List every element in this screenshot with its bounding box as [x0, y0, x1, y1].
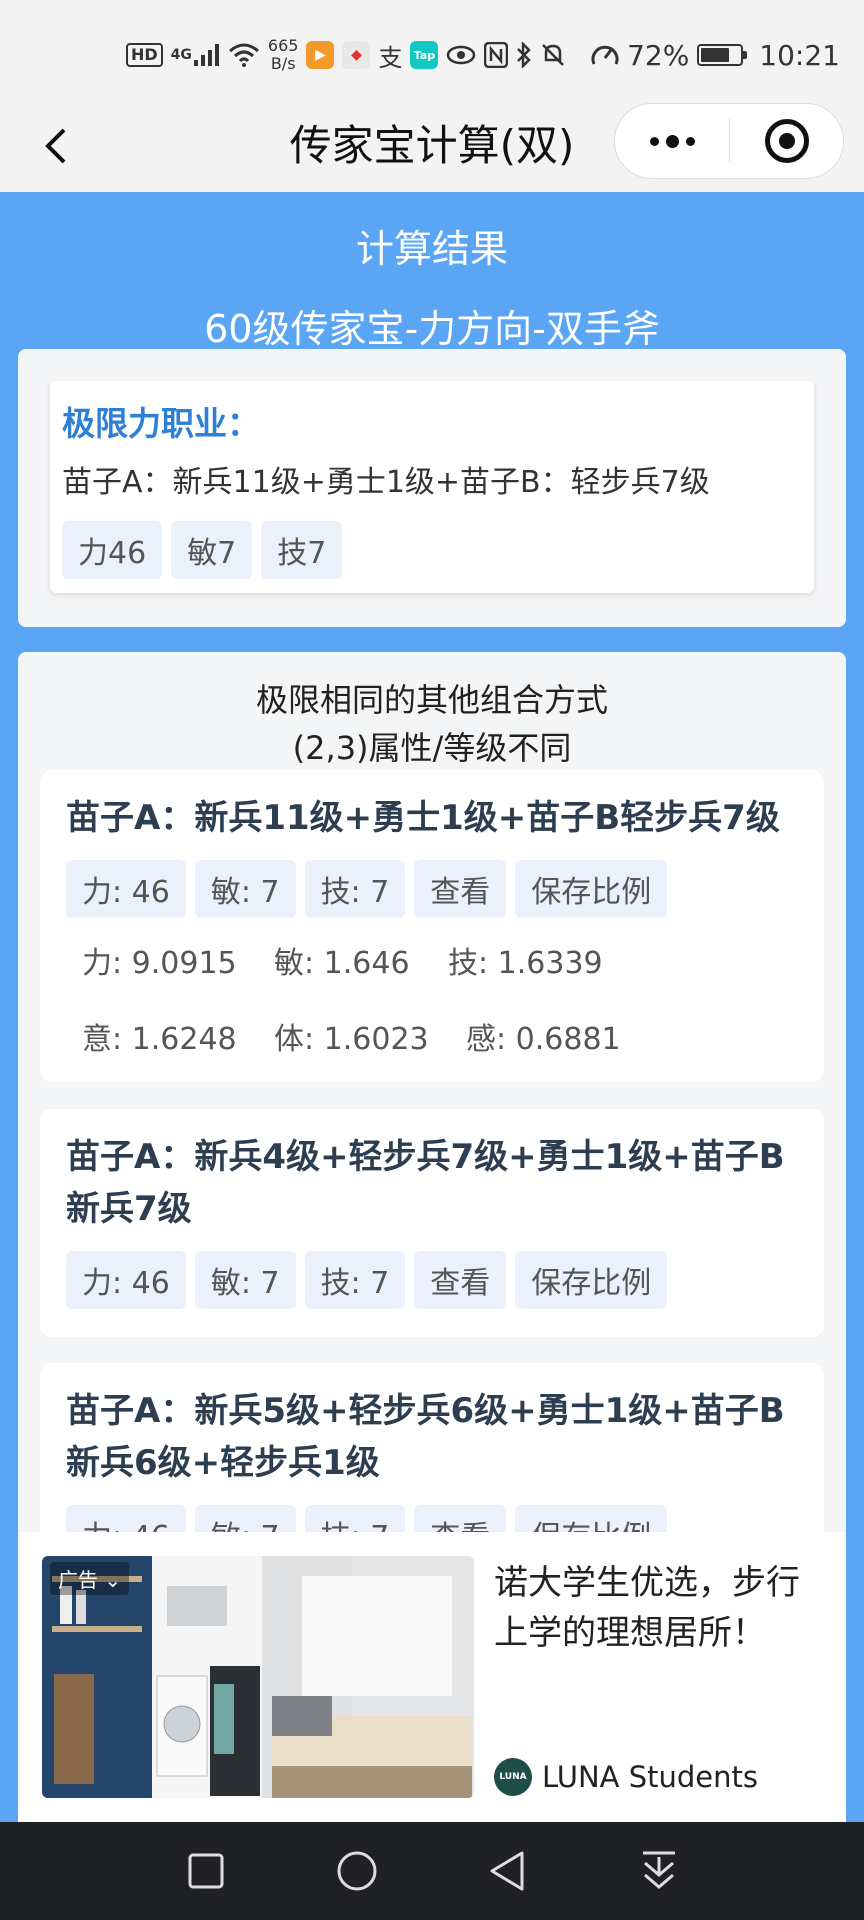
- combo-card: 苗子A：新兵11级+勇士1级+苗子B轻步兵7级 力: 46 敏: 7 技: 7 …: [40, 770, 824, 1082]
- ratio-value: 敏: 1.646: [274, 946, 410, 981]
- limit-tags: 力46 敏7 技7: [62, 521, 343, 579]
- ratio-value: 技: 1.6339: [448, 946, 603, 981]
- stat-tag: 技7: [261, 521, 343, 579]
- ratio-value: 意: 1.6248: [82, 1022, 237, 1057]
- ad-brand[interactable]: LUNA LUNA Students: [494, 1758, 758, 1796]
- more-dot-icon: [665, 134, 679, 148]
- ratio-value: 体: 1.6023: [274, 1022, 429, 1057]
- ad-headline[interactable]: 诺大学生优选，步行上学的理想居所！: [494, 1558, 830, 1658]
- eye-icon: [446, 45, 476, 65]
- stat-tag: 技: 7: [304, 1251, 406, 1309]
- result-subtitle: 60级传家宝-力方向-双手斧: [204, 307, 660, 351]
- luna-logo-icon: LUNA: [494, 1758, 532, 1796]
- stat-tag: 敏: 7: [194, 1251, 296, 1309]
- nfc-icon: [484, 42, 509, 68]
- recent-apps-button[interactable]: [174, 1839, 238, 1903]
- net-speed-value: 665: [267, 36, 299, 55]
- system-navigation-bar: [0, 1822, 864, 1920]
- status-left-icons: HD 4G 665 B/s ▶ ◆ 支 Tap: [126, 33, 566, 77]
- target-icon: [764, 119, 809, 163]
- square-icon: [188, 1853, 223, 1889]
- store-app-icon: ◆: [342, 41, 371, 69]
- triangle-back-icon: [490, 1851, 523, 1891]
- stat-tag: 力46: [62, 521, 163, 579]
- more-dot-icon: [649, 136, 659, 146]
- close-miniprogram-button[interactable]: [730, 119, 843, 163]
- stat-tag: 力: 46: [66, 1251, 186, 1309]
- alipay-icon: 支: [378, 43, 403, 72]
- stat-tag: 技: 7: [304, 860, 406, 918]
- net-speed-unit: B/s: [270, 54, 296, 73]
- save-ratio-button[interactable]: 保存比例: [515, 1251, 668, 1309]
- ad-banner[interactable]: 广告 ⌄ 诺大学生优选，步行上学的理想居所！ LUNA LUNA Student…: [18, 1532, 846, 1822]
- taptap-icon: Tap: [410, 41, 439, 69]
- combo-title: 苗子A：新兵4级+轻步兵7级+勇士1级+苗子B新兵7级: [66, 1137, 785, 1229]
- alternatives-title-line1: 极限相同的其他组合方式: [255, 681, 608, 719]
- stat-tag: 力: 46: [66, 860, 186, 918]
- save-ratio-button[interactable]: 保存比例: [515, 860, 668, 918]
- mute-bell-icon: [540, 42, 566, 68]
- stat-tag: 敏7: [171, 521, 253, 579]
- combo-title: 苗子A：新兵11级+勇士1级+苗子B轻步兵7级: [66, 798, 780, 838]
- alternatives-title-line2: (2,3)属性/等级不同: [292, 729, 572, 767]
- limit-desc: 苗子A：新兵11级+勇士1级+苗子B：轻步兵7级: [62, 465, 710, 500]
- nav-bar: 传家宝计算(双): [0, 100, 864, 192]
- circle-icon: [337, 1851, 376, 1891]
- combo-card: 苗子A：新兵4级+轻步兵7级+勇士1级+苗子B新兵7级 力: 46 敏: 7 技…: [40, 1109, 824, 1337]
- ad-image[interactable]: 广告 ⌄: [42, 1556, 474, 1798]
- notification-pull-button[interactable]: [627, 1839, 691, 1903]
- ad-brand-name: LUNA Students: [542, 1760, 758, 1794]
- stat-tag: 敏: 7: [194, 860, 296, 918]
- clock: 10:21: [759, 38, 840, 72]
- ad-label[interactable]: 广告 ⌄: [50, 1562, 130, 1595]
- combo-tags: 力: 46 敏: 7 技: 7 查看 保存比例: [66, 860, 668, 918]
- alternatives-title: 极限相同的其他组合方式 (2,3)属性/等级不同: [18, 676, 846, 772]
- home-button[interactable]: [325, 1839, 389, 1903]
- network-type-label: 4G: [170, 47, 192, 63]
- miniprogram-capsule: [614, 103, 844, 179]
- combo-title: 苗子A：新兵5级+轻步兵6级+勇士1级+苗子B新兵6级+轻步兵1级: [66, 1391, 785, 1483]
- battery-icon: [697, 44, 748, 66]
- view-button[interactable]: 查看: [414, 860, 507, 918]
- ratio-value: 感: 0.6881: [466, 1022, 621, 1057]
- ad-label-text: 广告: [58, 1568, 98, 1592]
- net-speed: 665 B/s: [268, 37, 299, 73]
- status-bar: HD 4G 665 B/s ▶ ◆ 支 Tap 72% 10:21: [0, 0, 864, 100]
- result-title: 计算结果: [355, 227, 508, 271]
- back-system-button[interactable]: [476, 1839, 540, 1903]
- network-icon: 4G: [171, 44, 220, 66]
- status-right-icons: 72% 10:21: [591, 33, 840, 77]
- limit-panel: 极限力职业： 苗子A：新兵11级+勇士1级+苗子B：轻步兵7级 力46 敏7 技…: [18, 349, 846, 627]
- bluetooth-icon: [516, 42, 532, 68]
- combo-tags: 力: 46 敏: 7 技: 7 查看 保存比例: [66, 1251, 668, 1309]
- limit-label: 极限力职业：: [62, 404, 260, 443]
- battery-percent: 72%: [627, 38, 690, 72]
- speed-gauge-icon: [591, 42, 619, 68]
- video-app-icon: ▶: [306, 41, 335, 69]
- more-button[interactable]: [615, 104, 729, 178]
- wifi-icon: [228, 43, 260, 67]
- hd-icon: HD: [126, 43, 163, 67]
- more-dot-icon: [685, 136, 695, 146]
- limit-card: 极限力职业： 苗子A：新兵11级+勇士1级+苗子B：轻步兵7级 力46 敏7 技…: [50, 381, 814, 593]
- ratio-value: 力: 9.0915: [82, 946, 237, 981]
- pull-down-icon: [642, 1851, 675, 1889]
- view-button[interactable]: 查看: [414, 1251, 507, 1309]
